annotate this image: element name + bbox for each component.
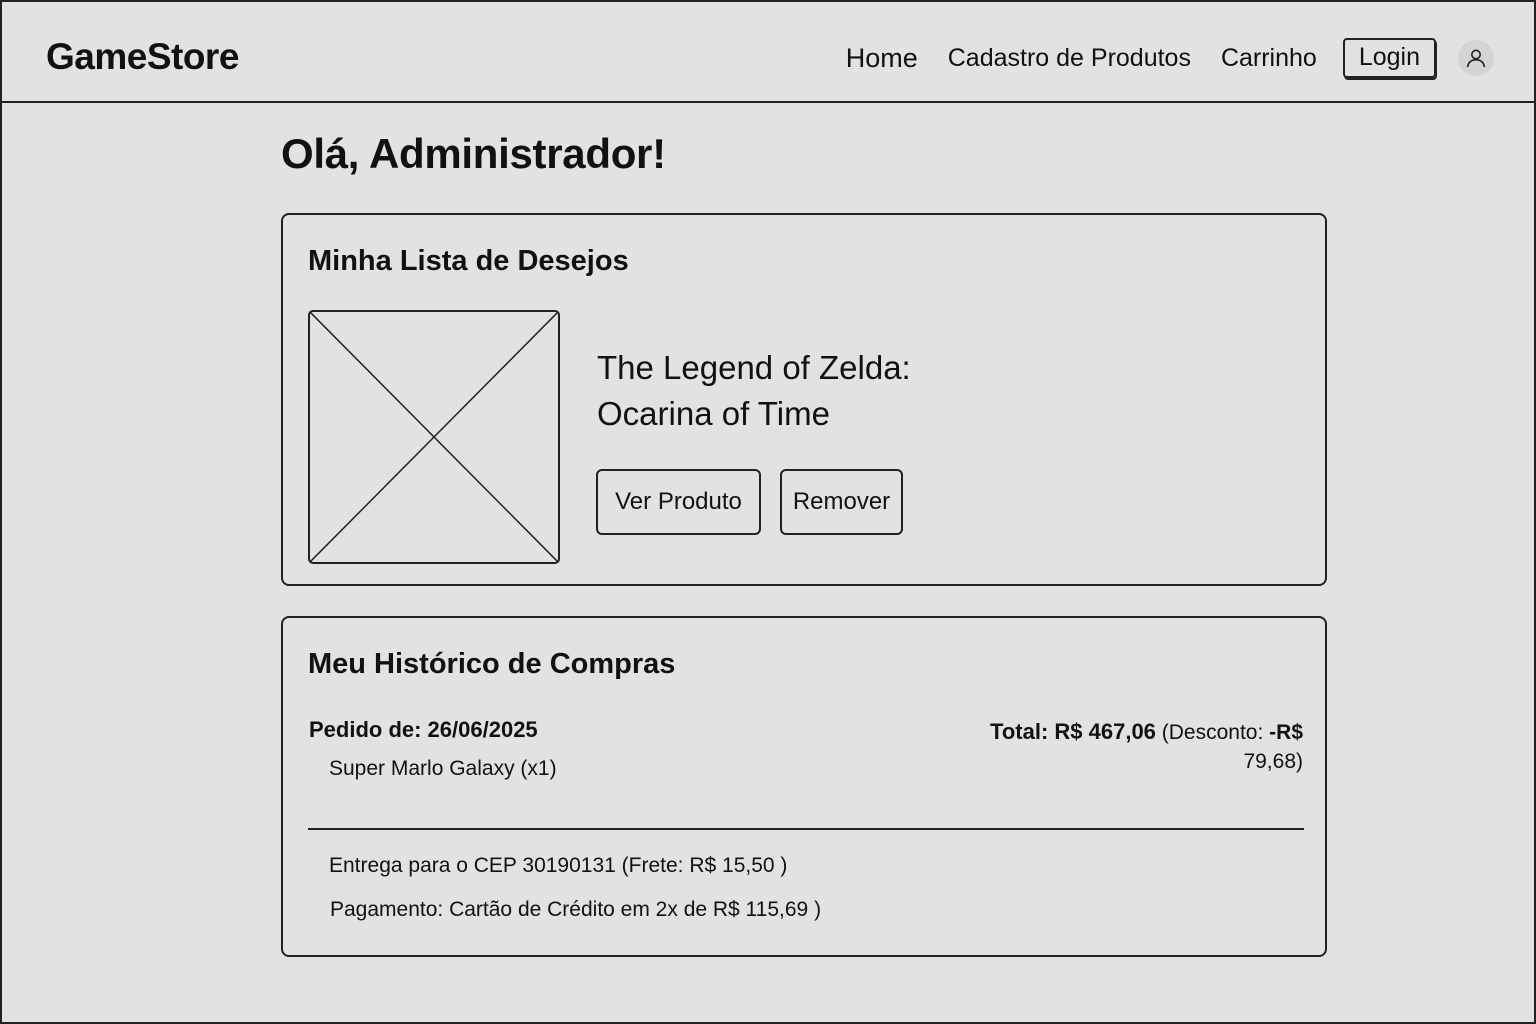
page-greeting: Olá, Administrador! <box>281 130 666 177</box>
user-icon[interactable] <box>1458 40 1494 76</box>
image-placeholder-cross <box>310 312 558 562</box>
order-discount-amount: 79,68) <box>1243 750 1303 773</box>
brand-logo[interactable]: GameStore <box>46 36 239 78</box>
order-divider <box>308 828 1304 830</box>
purchase-history-title: Meu Histórico de Compras <box>308 648 676 680</box>
top-navbar: GameStore Home Cadastro de Produtos Carr… <box>2 2 1534 103</box>
wishlist-product-title[interactable]: The Legend of Zelda: Ocarina of Time <box>597 345 1017 437</box>
user-silhouette-icon <box>1466 49 1486 68</box>
order-date: Pedido de: 26/06/2025 <box>309 717 538 742</box>
purchase-history-card: Meu Histórico de Compras Pedido de: 26/0… <box>281 616 1327 957</box>
order-item: Super Marlo Galaxy (x1) <box>329 757 557 780</box>
order-total: Total: R$ 467,06 (Desconto: -R$ 79,68) <box>943 717 1303 776</box>
order-total-label: Total: R$ 467,06 <box>990 719 1156 744</box>
order-payment: Pagamento: Cartão de Crédito em 2x de R$… <box>330 898 822 921</box>
wishlist-card: Minha Lista de Desejos The Legend of Zel… <box>281 213 1327 586</box>
nav-product-registration-link[interactable]: Cadastro de Produtos <box>948 44 1191 73</box>
order-discount-value: -R$ <box>1269 721 1303 744</box>
order-delivery: Entrega para o CEP 30190131 (Frete: R$ 1… <box>329 854 788 877</box>
image-placeholder-icon <box>308 310 560 564</box>
view-product-button[interactable]: Ver Produto <box>596 469 761 535</box>
remove-button[interactable]: Remover <box>780 469 903 535</box>
login-button[interactable]: Login <box>1342 38 1436 78</box>
product-title-line2: Ocarina of Time <box>597 395 830 432</box>
nav-cart-link[interactable]: Carrinho <box>1221 44 1317 73</box>
main-nav: Home Cadastro de Produtos Carrinho Login <box>846 38 1494 78</box>
nav-home-link[interactable]: Home <box>846 43 918 74</box>
product-title-line1: The Legend of Zelda: <box>597 349 911 386</box>
order-discount-prefix: (Desconto: <box>1161 721 1264 744</box>
wishlist-title: Minha Lista de Desejos <box>308 245 629 277</box>
